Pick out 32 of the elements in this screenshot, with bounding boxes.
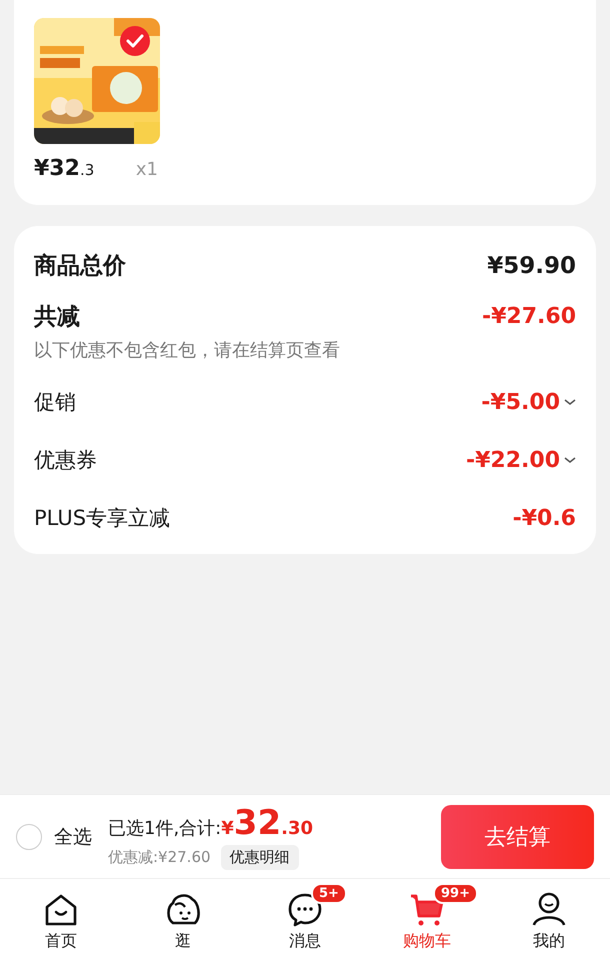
discount-label: 共减 (34, 303, 80, 332)
smiley-face-icon (165, 891, 201, 927)
checkout-button[interactable]: 去结算 (441, 804, 594, 868)
chevron-down-icon[interactable] (564, 398, 576, 406)
product-price: ¥32.3 (34, 156, 94, 181)
total-label: 商品总价 (34, 252, 126, 281)
chevron-down-icon[interactable] (564, 456, 576, 464)
discount-summary: 优惠减:¥27.60 (108, 848, 211, 867)
tab-bar-item[interactable]: 我的 (488, 879, 610, 964)
quantity: x1 (136, 159, 158, 180)
discount-item-label: 优惠券 (34, 447, 97, 474)
total-price: ¥59.90 (487, 252, 576, 278)
notification-badge: 5+ (311, 883, 347, 904)
discount-item-label: PLUS专享立减 (34, 505, 170, 532)
tab-bar-item[interactable]: 5+ 消息 (244, 879, 366, 964)
discount-item-amount: -¥22.00 (466, 448, 560, 472)
discount-detail-button[interactable]: 优惠明细 (220, 845, 299, 870)
tab-bar-item[interactable]: 首页 (0, 879, 122, 964)
notification-badge: 99+ (433, 883, 478, 904)
total-amount: ¥32.30 (221, 803, 313, 843)
discount-item-label: 促销 (34, 389, 76, 416)
select-all-label[interactable]: 全选 (54, 824, 92, 850)
checkmark-icon[interactable] (120, 26, 150, 56)
discount-amount: -¥27.60 (482, 304, 576, 329)
select-all-checkbox[interactable] (16, 824, 42, 850)
person-icon (531, 891, 567, 927)
selected-summary: 已选1件,合计: (108, 817, 222, 840)
discount-item-amount: -¥5.00 (481, 390, 560, 414)
tab-bar-item[interactable]: 逛 (122, 879, 244, 964)
discount-note: 以下优惠不包含红包，请在结算页查看 (34, 339, 341, 362)
tab-bar-item[interactable]: 99+ 购物车 (366, 879, 488, 964)
discount-item-amount: -¥0.6 (512, 506, 576, 530)
